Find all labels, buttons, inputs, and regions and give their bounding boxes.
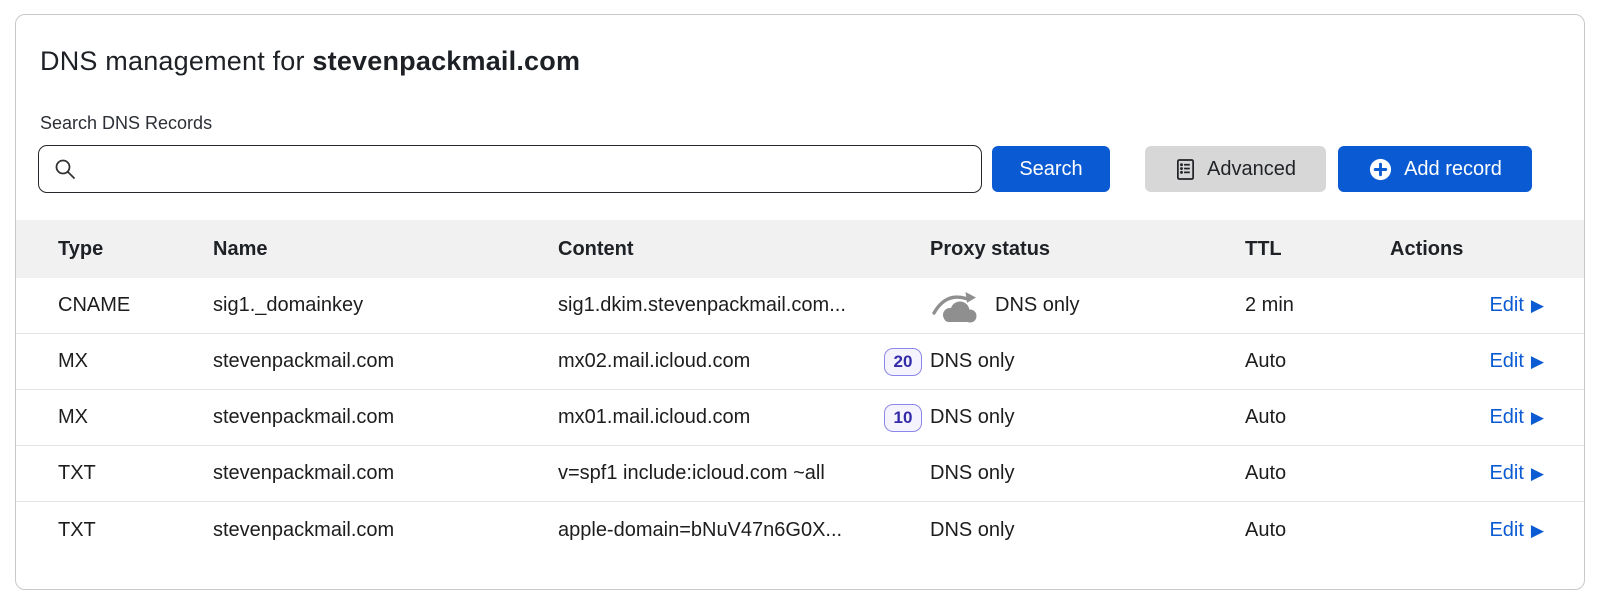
record-name: stevenpackmail.com	[213, 519, 558, 542]
header-ttl: TTL	[1245, 238, 1390, 261]
header-type: Type	[58, 238, 213, 261]
table-row: TXT stevenpackmail.com v=spf1 include:ic…	[16, 446, 1584, 502]
edit-arrow-icon: ▶	[1531, 409, 1544, 426]
proxy-status-text: DNS only	[930, 350, 1014, 373]
proxy-status-text: DNS only	[930, 462, 1014, 485]
actions-cell: Edit ▶	[1390, 462, 1544, 485]
edit-link[interactable]: Edit ▶	[1489, 350, 1544, 373]
record-ttl: Auto	[1245, 519, 1390, 542]
edit-arrow-icon: ▶	[1531, 353, 1544, 370]
search-button[interactable]: Search	[992, 146, 1110, 192]
record-name: stevenpackmail.com	[213, 350, 558, 373]
table-row: CNAME sig1._domainkey sig1.dkim.stevenpa…	[16, 278, 1584, 334]
search-input[interactable]	[38, 145, 982, 193]
priority-badge: 20	[884, 348, 922, 376]
record-type: MX	[58, 350, 213, 373]
header-actions: Actions	[1390, 238, 1544, 261]
page-title-prefix: DNS management for	[40, 46, 312, 76]
edit-link-label: Edit	[1489, 519, 1523, 542]
edit-link-label: Edit	[1489, 294, 1523, 317]
record-content-cell: sig1.dkim.stevenpackmail.com...	[558, 294, 930, 317]
actions-cell: Edit ▶	[1390, 350, 1544, 373]
record-ttl: Auto	[1245, 462, 1390, 485]
proxy-status-cell: DNS only	[930, 519, 1245, 542]
dns-management-card: DNS management for stevenpackmail.com Se…	[15, 14, 1585, 590]
advanced-button-label: Advanced	[1207, 158, 1296, 181]
dns-only-cloud-icon	[930, 289, 982, 323]
page-title: DNS management for stevenpackmail.com	[40, 46, 1584, 77]
proxy-status-text: DNS only	[930, 519, 1014, 542]
proxy-status-cell: DNS only	[930, 462, 1245, 485]
table-row: MX stevenpackmail.com mx01.mail.icloud.c…	[16, 390, 1584, 446]
search-label: Search DNS Records	[40, 113, 1584, 134]
record-name: sig1._domainkey	[213, 294, 558, 317]
proxy-status-cell: DNS only	[930, 406, 1245, 429]
page-title-domain: stevenpackmail.com	[312, 46, 580, 76]
proxy-status-text: DNS only	[995, 294, 1079, 317]
record-ttl: Auto	[1245, 350, 1390, 373]
edit-arrow-icon: ▶	[1531, 465, 1544, 482]
search-icon	[54, 158, 76, 180]
proxy-status-cell: DNS only	[930, 350, 1245, 373]
record-type: CNAME	[58, 294, 213, 317]
header-name: Name	[213, 238, 558, 261]
record-type: TXT	[58, 519, 213, 542]
edit-arrow-icon: ▶	[1531, 297, 1544, 314]
record-content-cell: apple-domain=bNuV47n6G0X...	[558, 519, 930, 542]
record-content: apple-domain=bNuV47n6G0X...	[558, 519, 842, 542]
proxy-status-text: DNS only	[930, 406, 1014, 429]
record-type: MX	[58, 406, 213, 429]
record-content-cell: v=spf1 include:icloud.com ~all	[558, 462, 930, 485]
search-button-label: Search	[1019, 158, 1082, 181]
advanced-button[interactable]: Advanced	[1145, 146, 1326, 192]
edit-link[interactable]: Edit ▶	[1489, 406, 1544, 429]
record-type: TXT	[58, 462, 213, 485]
edit-link-label: Edit	[1489, 406, 1523, 429]
list-document-icon	[1175, 158, 1196, 181]
record-content: sig1.dkim.stevenpackmail.com...	[558, 294, 846, 317]
actions-cell: Edit ▶	[1390, 406, 1544, 429]
search-controls: Search Advanced Add record	[38, 145, 1584, 193]
edit-link[interactable]: Edit ▶	[1489, 519, 1544, 542]
add-record-button[interactable]: Add record	[1338, 146, 1532, 192]
header-proxy-status: Proxy status	[930, 238, 1245, 261]
actions-cell: Edit ▶	[1390, 519, 1544, 542]
record-content: mx01.mail.icloud.com	[558, 406, 750, 429]
actions-cell: Edit ▶	[1390, 294, 1544, 317]
record-ttl: Auto	[1245, 406, 1390, 429]
table-header-row: Type Name Content Proxy status TTL Actio…	[16, 220, 1584, 278]
record-content: v=spf1 include:icloud.com ~all	[558, 462, 825, 485]
edit-arrow-icon: ▶	[1531, 522, 1544, 539]
plus-circle-icon	[1368, 157, 1393, 182]
header-content: Content	[558, 238, 930, 261]
edit-link-label: Edit	[1489, 350, 1523, 373]
dns-table-body: CNAME sig1._domainkey sig1.dkim.stevenpa…	[16, 278, 1584, 558]
table-row: MX stevenpackmail.com mx02.mail.icloud.c…	[16, 334, 1584, 390]
record-ttl: 2 min	[1245, 294, 1390, 317]
edit-link-label: Edit	[1489, 462, 1523, 485]
priority-badge: 10	[884, 404, 922, 432]
record-content-cell: mx02.mail.icloud.com 20	[558, 348, 930, 376]
record-name: stevenpackmail.com	[213, 406, 558, 429]
record-name: stevenpackmail.com	[213, 462, 558, 485]
add-record-button-label: Add record	[1404, 158, 1502, 181]
search-input-wrap	[38, 145, 982, 193]
table-row: TXT stevenpackmail.com apple-domain=bNuV…	[16, 502, 1584, 558]
edit-link[interactable]: Edit ▶	[1489, 294, 1544, 317]
record-content-cell: mx01.mail.icloud.com 10	[558, 404, 930, 432]
proxy-status-cell: DNS only	[930, 289, 1245, 323]
record-content: mx02.mail.icloud.com	[558, 350, 750, 373]
edit-link[interactable]: Edit ▶	[1489, 462, 1544, 485]
